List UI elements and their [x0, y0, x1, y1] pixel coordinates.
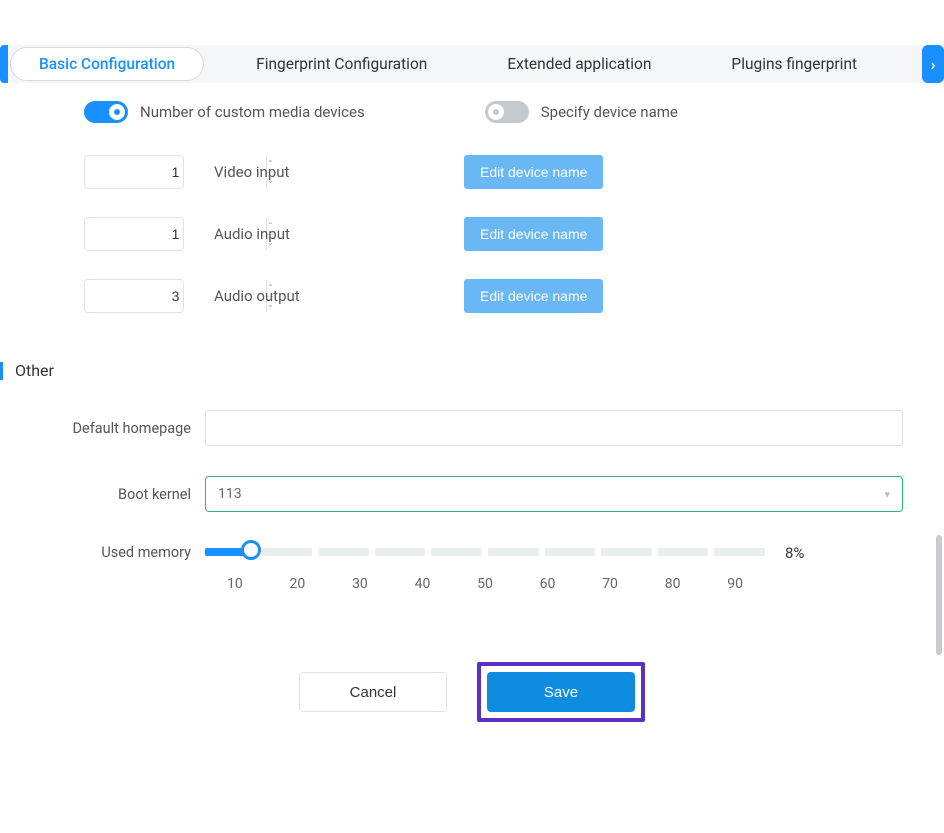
audio-output-label: Audio output [214, 287, 464, 305]
tabs-bar: Basic Configuration Fingerprint Configur… [0, 45, 944, 83]
audio-input-label: Audio input [214, 225, 464, 243]
edit-audio-input-device-button[interactable]: Edit device name [464, 217, 603, 251]
used-memory-value: 8% [785, 544, 804, 562]
tab-accent-left [0, 45, 8, 83]
chevron-down-icon: ▾ [884, 488, 890, 501]
scrollbar-thumb[interactable] [936, 535, 942, 655]
video-input-stepper[interactable]: ⌃ ⌄ [84, 155, 184, 189]
video-input-row: ⌃ ⌄ Video input Edit device name [84, 155, 944, 189]
tab-scroll-right-button[interactable]: › [922, 45, 944, 83]
default-homepage-input[interactable] [205, 410, 903, 446]
used-memory-label: Used memory [0, 544, 205, 561]
cancel-button[interactable]: Cancel [299, 672, 447, 712]
custom-media-devices-label: Number of custom media devices [140, 103, 365, 121]
save-highlight-box: Save [477, 662, 645, 722]
tab-plugins-fingerprint[interactable]: Plugins fingerprint [703, 45, 885, 83]
video-input-label: Video input [214, 163, 464, 181]
edit-video-device-button[interactable]: Edit device name [464, 155, 603, 189]
specify-device-name-label: Specify device name [541, 103, 678, 121]
edit-audio-output-device-button[interactable]: Edit device name [464, 279, 603, 313]
default-homepage-label: Default homepage [0, 420, 205, 437]
save-button[interactable]: Save [487, 672, 635, 712]
section-other: Other [0, 361, 944, 380]
boot-kernel-select[interactable]: 113 ▾ [205, 476, 903, 512]
chevron-right-icon: › [931, 55, 936, 74]
boot-kernel-value: 113 [218, 486, 242, 502]
audio-output-row: ⌃ ⌄ Audio output Edit device name [84, 279, 944, 313]
audio-input-stepper[interactable]: ⌃ ⌄ [84, 217, 184, 251]
tab-extended-application[interactable]: Extended application [479, 45, 679, 83]
slider-handle[interactable] [241, 540, 261, 560]
audio-input-row: ⌃ ⌄ Audio input Edit device name [84, 217, 944, 251]
custom-media-devices-switch[interactable] [84, 101, 128, 123]
slider-ticks: 10 20 30 40 50 60 70 80 90 [205, 576, 765, 592]
section-other-title: Other [15, 361, 54, 380]
tab-basic-configuration[interactable]: Basic Configuration [10, 47, 204, 81]
tab-fingerprint-configuration[interactable]: Fingerprint Configuration [228, 45, 455, 83]
used-memory-slider[interactable] [205, 548, 765, 556]
boot-kernel-label: Boot kernel [0, 486, 205, 503]
audio-output-stepper[interactable]: ⌃ ⌄ [84, 279, 184, 313]
specify-device-name-switch[interactable] [485, 101, 529, 123]
